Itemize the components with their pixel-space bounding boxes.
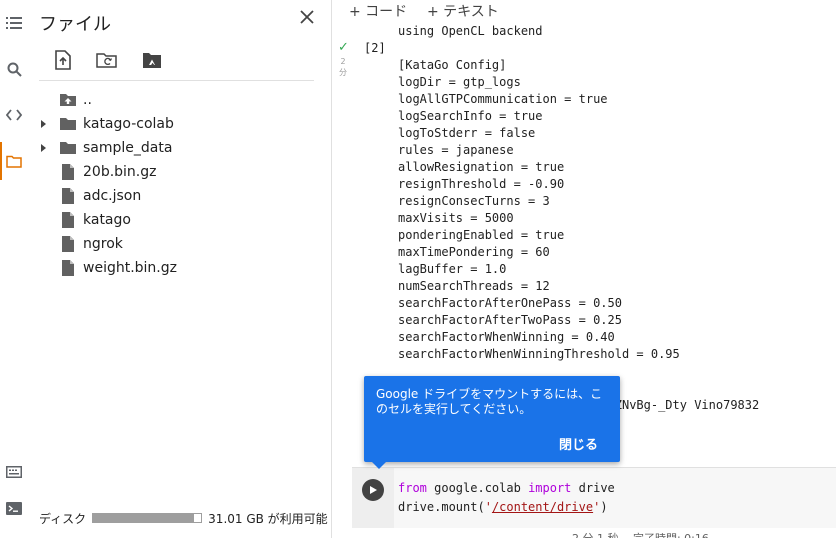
upload-file-icon xyxy=(55,50,71,70)
output-line: numSearchThreads = 12 xyxy=(398,279,550,293)
call-prefix: drive.mount( xyxy=(398,500,485,514)
file-tree-label: ngrok xyxy=(83,236,123,252)
code-cell-gutter xyxy=(352,468,394,528)
file-icon xyxy=(62,212,74,228)
execution-time: 2 分 xyxy=(339,57,347,77)
close-panel-button[interactable] xyxy=(296,6,318,28)
file-tree-label: katago xyxy=(83,212,131,228)
import-name: drive xyxy=(571,481,615,495)
output-line: searchFactorWhenWinning = 0.40 xyxy=(398,330,615,344)
file-tree-label: katago-colab xyxy=(83,116,174,132)
execution-count: [2] xyxy=(364,41,386,55)
output-line: rules = japanese xyxy=(398,143,514,157)
terminal-icon[interactable] xyxy=(4,498,24,518)
code-snippets-icon[interactable] xyxy=(4,105,24,125)
output-line: logSearchInfo = true xyxy=(398,109,543,123)
disk-label: ディスク xyxy=(39,511,87,526)
tooltip-arrow xyxy=(372,462,386,469)
call-suffix: ) xyxy=(600,500,608,514)
file-tree-item[interactable]: 20b.bin.gz xyxy=(28,160,328,184)
mount-path-link[interactable]: /content/drive xyxy=(492,500,593,514)
files-folder-icon[interactable] xyxy=(4,151,24,171)
file-icon xyxy=(62,164,74,180)
files-panel: ファイル .. katago-colab sample_data 20b.bin.gz… xyxy=(28,0,332,538)
folder-up-icon xyxy=(60,94,76,106)
output-line: logAllGTPCommunication = true xyxy=(398,92,608,106)
disk-usage-bar xyxy=(92,513,203,523)
output-line: lagBuffer = 1.0 xyxy=(398,262,507,276)
notebook-toolbar: + コード + テキスト xyxy=(332,0,836,22)
output-line: using OpenCL backend xyxy=(398,24,543,38)
file-tree-item[interactable]: katago xyxy=(28,208,328,232)
table-of-contents-icon[interactable] xyxy=(4,13,24,33)
file-tree-label: sample_data xyxy=(83,140,173,156)
output-line: logToStderr = false xyxy=(398,126,536,140)
tooltip-close-button[interactable]: 閉じる xyxy=(559,434,598,453)
disk-free-text: 31.01 GB が利用可能 xyxy=(208,511,328,526)
output-line: searchFactorAfterTwoPass = 0.25 xyxy=(398,313,622,327)
drive-folder-icon xyxy=(143,52,161,68)
file-icon xyxy=(62,236,74,252)
file-tree-item[interactable]: adc.json xyxy=(28,184,328,208)
play-icon xyxy=(370,486,377,494)
keyword-import: import xyxy=(528,481,572,495)
file-tree-item[interactable]: ngrok xyxy=(28,232,328,256)
active-indicator xyxy=(0,142,2,180)
folder-icon xyxy=(60,142,76,154)
add-code-button[interactable]: + コード xyxy=(349,1,407,21)
output-line: allowResignation = true xyxy=(398,160,565,174)
add-text-button[interactable]: + テキスト xyxy=(427,1,499,21)
mount-drive-tooltip: Google ドライブをマウントするには、このセルを実行してください。 閉じる xyxy=(364,376,620,469)
command-palette-icon[interactable] xyxy=(4,462,24,482)
tooltip-message: Google ドライブをマウントするには、このセルを実行してください。 xyxy=(376,387,603,416)
file-tree-label: weight.bin.gz xyxy=(83,260,177,276)
run-cell-button[interactable] xyxy=(362,479,384,501)
upload-button[interactable] xyxy=(50,47,76,73)
chevron-right-icon[interactable] xyxy=(38,119,48,129)
left-rail xyxy=(0,0,28,538)
toolbar-divider xyxy=(39,80,314,81)
file-icon xyxy=(62,188,74,204)
code-editor[interactable]: from google.colab import drive drive.mou… xyxy=(398,479,615,517)
file-tree-item[interactable]: .. xyxy=(28,88,328,112)
file-tree-label: adc.json xyxy=(83,188,142,204)
code-cell[interactable]: from google.colab import drive drive.mou… xyxy=(352,467,836,528)
chevron-right-icon[interactable] xyxy=(38,143,48,153)
keyword-from: from xyxy=(398,481,427,495)
string-quote-open: ' xyxy=(484,500,492,514)
output-line: searchFactorWhenWinningThreshold = 0.95 xyxy=(398,347,680,361)
output-line: resignThreshold = -0.90 xyxy=(398,177,565,191)
folder-refresh-icon xyxy=(96,52,117,68)
output-line: ponderingEnabled = true xyxy=(398,228,565,242)
file-tree-item[interactable]: sample_data xyxy=(28,136,328,160)
refresh-button[interactable] xyxy=(94,47,120,73)
disk-usage-fill xyxy=(93,514,194,522)
folder-icon xyxy=(60,118,76,130)
output-line: searchFactorAfterOnePass = 0.50 xyxy=(398,296,622,310)
output-line: maxTimePondering = 60 xyxy=(398,245,550,259)
file-icon xyxy=(62,260,74,276)
mount-drive-button[interactable] xyxy=(139,47,165,73)
output-line: resignConsecTurns = 3 xyxy=(398,194,550,208)
output-line: [KataGo Config] xyxy=(398,58,507,72)
file-tree-item[interactable]: katago-colab xyxy=(28,112,328,136)
execution-check-icon: ✓ xyxy=(338,40,349,55)
status-bar: 2 分 1 秒 完了時間: 0:16 xyxy=(572,530,709,538)
file-tree-item[interactable]: weight.bin.gz xyxy=(28,256,328,280)
files-panel-title: ファイル xyxy=(39,14,111,35)
close-icon xyxy=(300,10,314,24)
output-line: logDir = gtp_logs xyxy=(398,75,521,89)
output-line: maxVisits = 5000 xyxy=(398,211,514,225)
file-tree-label: .. xyxy=(83,92,92,108)
file-tree-label: 20b.bin.gz xyxy=(83,164,157,180)
search-icon[interactable] xyxy=(4,59,24,79)
disk-usage: ディスク 31.01 GB が利用可能 xyxy=(39,510,328,526)
module-name: google.colab xyxy=(426,481,529,495)
